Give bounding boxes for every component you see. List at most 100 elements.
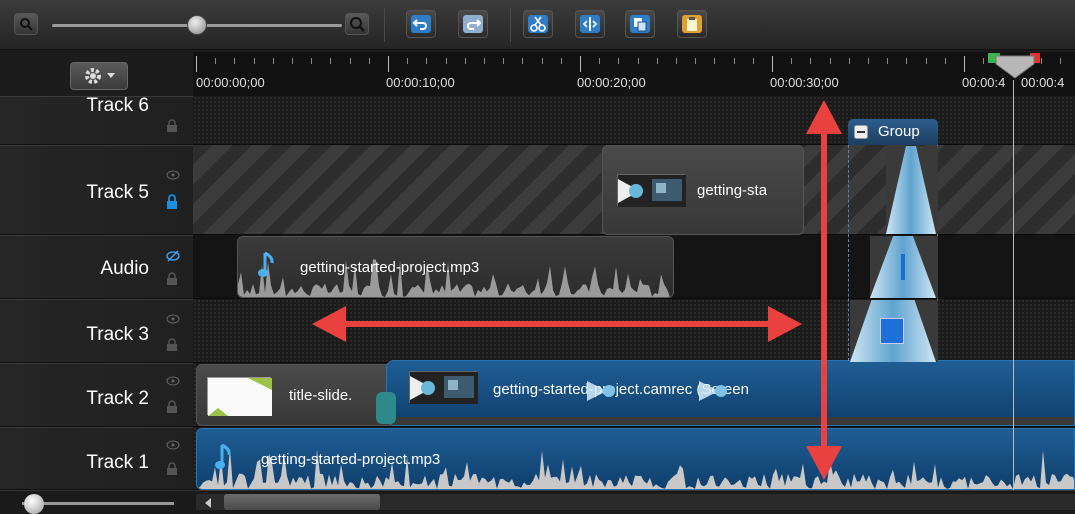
- ruler-tick: [292, 58, 293, 64]
- eye-hidden-icon[interactable]: [166, 250, 180, 262]
- audio-marker: [901, 254, 905, 280]
- clip-label: title-slide.: [289, 387, 353, 404]
- track-name: Audio: [100, 258, 149, 279]
- clip-track5-video[interactable]: getting-sta: [602, 145, 804, 235]
- clip-track1-audio[interactable]: getting-started-project.mp3: [196, 428, 1075, 490]
- chevron-down-icon: [107, 73, 115, 78]
- group-clip-track3[interactable]: [850, 300, 938, 362]
- scroll-left-icon[interactable]: [204, 498, 212, 508]
- track-options-button[interactable]: [70, 62, 128, 90]
- redo-button[interactable]: [458, 10, 488, 38]
- clip-thumbnail: [617, 174, 686, 207]
- ruler-tick: [1060, 58, 1061, 64]
- track-header-3[interactable]: Track 3: [0, 299, 193, 363]
- clip-thumbnail-image: [208, 378, 272, 416]
- clip-thumbnail: [409, 371, 478, 404]
- callout-icon: [880, 318, 904, 344]
- ruler-tick: [964, 56, 965, 72]
- clip-title-slide[interactable]: title-slide.: [196, 364, 396, 426]
- group-header[interactable]: Group: [848, 119, 938, 145]
- playhead-handle[interactable]: [986, 50, 1046, 80]
- vertical-arrow: [806, 100, 842, 480]
- magnifier-icon: [350, 17, 365, 32]
- lock-icon[interactable]: [166, 119, 178, 133]
- ruler-tick: [368, 58, 370, 64]
- gear-icon: [85, 68, 101, 84]
- horizontal-arrow: [312, 306, 802, 342]
- ruler-tick: [906, 58, 908, 64]
- track-header-2[interactable]: Track 2: [0, 363, 193, 427]
- ruler-tick: [522, 58, 524, 64]
- clip-thumbnail-image: [410, 372, 478, 404]
- ruler-tick: [983, 58, 985, 64]
- zoom-out-button[interactable]: [14, 13, 38, 35]
- clip-label: getting-started-project.mp3: [261, 451, 441, 468]
- ruler-tick: [887, 58, 889, 64]
- lock-icon[interactable]: [166, 194, 178, 210]
- ruler-tick: [388, 56, 389, 72]
- eye-icon[interactable]: [166, 170, 180, 180]
- ruler-tick: [253, 58, 255, 64]
- group-label: Group: [878, 123, 920, 140]
- track-height-slider-thumb[interactable]: [24, 494, 44, 514]
- clip-audio[interactable]: getting-started-project.mp3: [237, 236, 674, 298]
- cut-button[interactable]: [523, 10, 553, 38]
- lock-icon[interactable]: [166, 338, 178, 352]
- cursor-effect-icon: [587, 381, 615, 401]
- track-header-5[interactable]: Track 5: [0, 145, 193, 235]
- track-header-6[interactable]: Track 6: [0, 95, 193, 145]
- clip-thumbnail-image: [618, 175, 686, 207]
- track-height-slider[interactable]: [22, 502, 174, 505]
- paste-button[interactable]: [677, 10, 707, 38]
- track-name: Track 6: [86, 95, 149, 116]
- ruler-tick: [580, 56, 581, 72]
- lock-icon[interactable]: [166, 462, 178, 476]
- timeline-zoom-slider-thumb[interactable]: [187, 15, 207, 35]
- split-icon: [580, 15, 600, 33]
- transition-handle[interactable]: [376, 392, 396, 424]
- track-name: Track 1: [86, 452, 149, 473]
- undo-icon: [411, 15, 431, 33]
- group-clip-track5[interactable]: [886, 146, 938, 234]
- eye-icon[interactable]: [166, 376, 180, 386]
- ruler-tick: [541, 58, 543, 64]
- copy-button[interactable]: [625, 10, 655, 38]
- timeline-ruler[interactable]: 00:00:00;00 00:00:10;00 00:00:20;00 00:0…: [193, 52, 1075, 96]
- ruler-tick: [445, 58, 447, 64]
- ruler-tick: [829, 58, 831, 64]
- eye-icon[interactable]: [166, 440, 180, 450]
- paste-icon: [682, 15, 702, 33]
- track-header-1[interactable]: Track 1: [0, 427, 193, 490]
- horizontal-scrollbar-thumb[interactable]: [224, 494, 380, 510]
- scissors-icon: [528, 15, 548, 33]
- clip-label: getting-sta: [697, 182, 768, 199]
- toolbar: [0, 0, 1075, 50]
- magnifier-icon: [20, 18, 33, 31]
- clip-thumbnail: [207, 377, 272, 416]
- track-lane-6[interactable]: [193, 96, 1075, 145]
- group-clip-audio[interactable]: [870, 236, 938, 298]
- collapse-icon[interactable]: [854, 125, 868, 139]
- track-header-audio[interactable]: Audio: [0, 235, 193, 299]
- ruler-tick: [868, 58, 869, 64]
- ruler-tick: [234, 58, 236, 64]
- ruler-label: 00:00:30;00: [770, 75, 839, 90]
- ruler-tick: [944, 58, 946, 64]
- split-button[interactable]: [575, 10, 605, 38]
- zoom-in-button[interactable]: [345, 13, 369, 35]
- undo-button[interactable]: [406, 10, 436, 38]
- ruler-tick: [272, 58, 274, 64]
- eye-icon[interactable]: [166, 314, 180, 324]
- clip-screen-recording[interactable]: getting-started-project.camrec (Screen: [386, 360, 1075, 426]
- ruler-tick: [733, 58, 735, 64]
- ruler-tick: [407, 58, 409, 64]
- ruler-tick: [848, 58, 850, 64]
- lock-icon[interactable]: [166, 400, 178, 414]
- redo-icon: [463, 15, 483, 33]
- cursor-effect-icon: [699, 381, 727, 401]
- playhead-line: [1013, 80, 1014, 490]
- lock-icon[interactable]: [166, 272, 178, 286]
- transition-effect: [886, 146, 936, 234]
- copy-icon: [630, 15, 650, 33]
- clip-label: getting-started-project.mp3: [300, 259, 480, 276]
